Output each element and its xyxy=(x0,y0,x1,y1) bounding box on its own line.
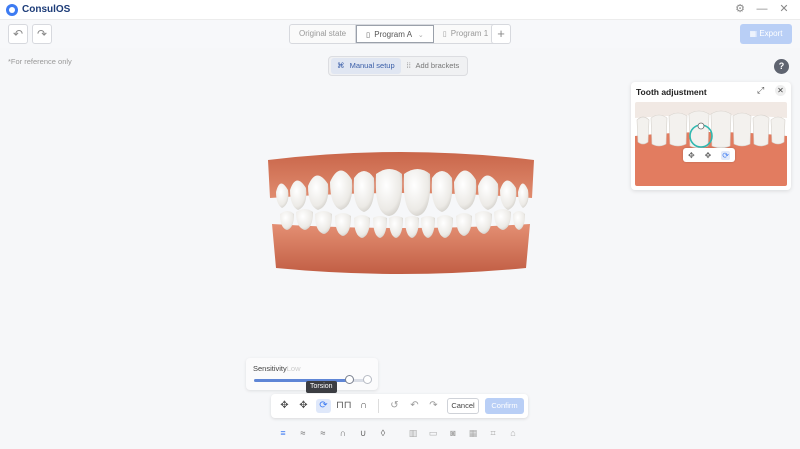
close-icon[interactable]: ✕ xyxy=(778,3,790,16)
slider-handle[interactable] xyxy=(344,375,354,384)
lower-jaw-icon[interactable]: ≈ xyxy=(316,426,330,440)
manual-setup-icon: ⌘ xyxy=(337,61,345,70)
tip-icon[interactable]: ✥ xyxy=(296,399,311,413)
move-icon[interactable]: ✥ xyxy=(705,151,712,160)
dental-model[interactable] xyxy=(262,148,540,276)
slider-end-handle[interactable] xyxy=(363,375,372,384)
close-icon[interactable]: ✕ xyxy=(775,85,786,96)
program-tabs: Original state ▯ Program A ⌄ ▯ Program 1… xyxy=(289,24,511,44)
sensitivity-label: SensitivityLow xyxy=(253,364,301,373)
side-view-icon[interactable]: ◊ xyxy=(376,426,390,440)
undo-icon[interactable]: ↶ xyxy=(8,24,28,44)
app-logo-icon xyxy=(6,3,18,16)
tooth-view-icon[interactable]: ▥ xyxy=(406,426,420,440)
lower-arch-icon[interactable]: ∪ xyxy=(356,426,370,440)
app-title: ConsulOS xyxy=(22,4,71,15)
tab-label: Original state xyxy=(299,29,347,38)
minimize-icon[interactable]: — xyxy=(756,3,768,16)
torsion-tooltip: Torsion xyxy=(306,381,337,393)
window-controls: ⚙ — ✕ xyxy=(734,3,790,16)
both-jaws-icon[interactable]: ≡ xyxy=(276,426,290,440)
tab-label: Program A xyxy=(374,30,412,39)
undo-icon[interactable]: ↶ xyxy=(407,399,422,413)
redo-icon[interactable]: ↷ xyxy=(426,399,441,413)
divider xyxy=(378,399,379,413)
torsion-icon[interactable]: ⟳ xyxy=(721,150,730,160)
brackets-icon: ⁞⁞ xyxy=(406,61,411,70)
export-button[interactable]: ▦ Export xyxy=(740,24,792,44)
roots-icon[interactable]: ⌂ xyxy=(506,426,520,440)
move-icon[interactable]: ✥ xyxy=(688,151,695,160)
torsion-icon[interactable]: ⟳ xyxy=(316,399,331,413)
manual-setup-tab[interactable]: ⌘ Manual setup xyxy=(331,58,401,74)
mode-label: Manual setup xyxy=(349,61,395,70)
export-icon: ▦ xyxy=(749,29,758,38)
tab-program-a[interactable]: ▯ Program A ⌄ xyxy=(356,25,434,43)
sensitivity-label-main: Sensitivity xyxy=(253,364,287,373)
reset-icon[interactable]: ↺ xyxy=(387,399,402,413)
help-button[interactable]: ? xyxy=(774,59,789,74)
sensitivity-label-level: Low xyxy=(286,364,301,373)
tooth-preview[interactable] xyxy=(635,102,787,186)
confirm-button[interactable]: Confirm xyxy=(485,398,524,414)
upper-arch-icon[interactable]: ∩ xyxy=(336,426,350,440)
tab-original-state[interactable]: Original state xyxy=(290,25,357,43)
export-label: Export xyxy=(759,29,783,38)
redo-icon[interactable]: ↷ xyxy=(32,24,52,44)
reference-note: *For reference only xyxy=(8,57,72,66)
title-bar: ConsulOS ⚙ — ✕ xyxy=(0,0,800,20)
extrusion-icon[interactable]: ⊓⊓ xyxy=(336,399,352,413)
panel-title: Tooth adjustment xyxy=(636,87,707,97)
adjustment-toolbar: ✥ ✥ ⟳ ⊓⊓ ∩ ↺ ↶ ↷ Cancel Confirm xyxy=(271,394,528,418)
attachments-icon[interactable]: ◙ xyxy=(446,426,460,440)
add-brackets-tab[interactable]: ⁞⁞ Add brackets xyxy=(401,58,466,74)
chevron-down-icon[interactable]: ⌄ xyxy=(418,32,424,39)
comment-icon[interactable]: ▭ xyxy=(426,426,440,440)
grid-icon[interactable]: ▦ xyxy=(466,426,480,440)
settings-icon[interactable]: ⚙ xyxy=(734,3,746,16)
translate-icon[interactable]: ✥ xyxy=(277,399,292,413)
preview-tools: ✥ ✥ ⟳ xyxy=(683,148,735,162)
arch-icon[interactable]: ∩ xyxy=(356,399,371,413)
measure-icon[interactable]: ⌗ xyxy=(486,426,500,440)
tab-label: Program 1 xyxy=(450,29,489,38)
upper-jaw-icon[interactable]: ≈ xyxy=(296,426,310,440)
add-program-button[interactable]: + xyxy=(491,24,511,44)
toolbar: ↶ ↷ Original state ▯ Program A ⌄ ▯ Progr… xyxy=(0,20,800,48)
tooth-adjustment-panel: Tooth adjustment ⤢ ✕ ✥ ✥ ⟳ xyxy=(631,82,791,190)
mode-label: Add brackets xyxy=(415,61,460,70)
mode-switch: ⌘ Manual setup ⁞⁞ Add brackets xyxy=(328,56,469,76)
cancel-button[interactable]: Cancel xyxy=(447,398,479,414)
expand-icon[interactable]: ⤢ xyxy=(757,85,764,96)
document-icon: ▯ xyxy=(366,32,370,39)
document-icon: ▯ xyxy=(442,31,447,38)
